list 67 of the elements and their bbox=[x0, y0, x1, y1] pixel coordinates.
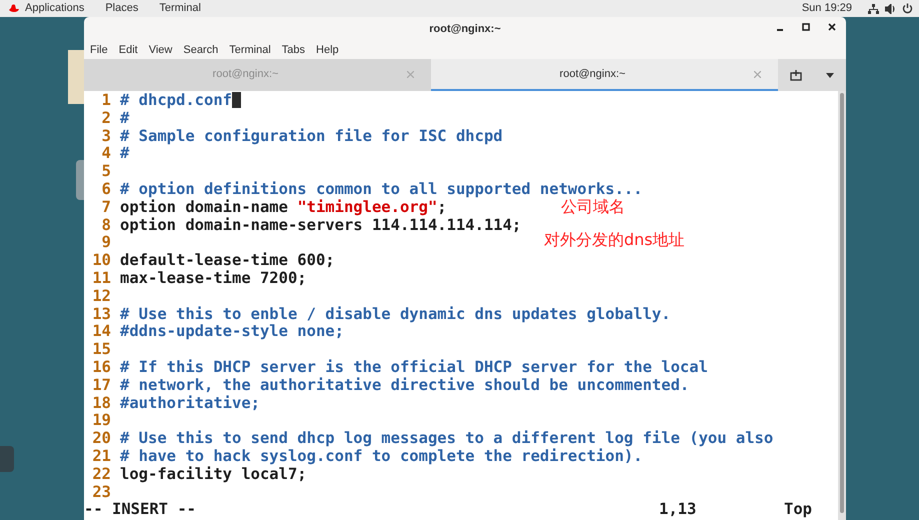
menu-item[interactable]: Help bbox=[316, 42, 339, 58]
line-number: 3 bbox=[100, 128, 112, 146]
annotation-text: 公司域名 bbox=[561, 198, 625, 216]
line-number: 4 bbox=[100, 145, 112, 164]
top-bar-menu[interactable]: Terminal bbox=[159, 0, 201, 17]
line-number: 11 bbox=[91, 270, 112, 288]
terminal-tab[interactable]: root@nginx:~ bbox=[431, 59, 778, 91]
code-line: # have to hack syslog.conf to complete the redirection). bbox=[120, 448, 643, 466]
line-number: 20 bbox=[91, 430, 112, 448]
line-number: 17 bbox=[91, 376, 112, 395]
line-number: 13 bbox=[91, 306, 112, 324]
line-number: 1 bbox=[100, 92, 112, 110]
scroll-position: Top bbox=[784, 501, 812, 520]
top-bar-menu[interactable]: Places bbox=[105, 0, 138, 17]
scrollbar[interactable] bbox=[838, 91, 846, 520]
line-number: 15 bbox=[91, 341, 112, 359]
clock[interactable]: Sun 19:29 bbox=[802, 0, 852, 17]
line-number: 6 bbox=[100, 180, 112, 199]
code-line: # If this DHCP server is the official DHCP server for the local bbox=[120, 358, 708, 377]
menu-item[interactable]: Tabs bbox=[282, 42, 306, 58]
menu-item[interactable]: Search bbox=[183, 42, 218, 58]
code-line: # option definitions common to all supported networks... bbox=[120, 180, 643, 198]
volume-icon[interactable] bbox=[885, 4, 896, 14]
network-icon[interactable] bbox=[868, 4, 879, 14]
code-line: # bbox=[120, 145, 130, 164]
code-line: # dhcpd.conf bbox=[120, 92, 232, 110]
line-number: 2 bbox=[100, 110, 112, 128]
line-number: 9 bbox=[100, 234, 112, 252]
window-title: root@nginx:~ bbox=[429, 22, 501, 37]
dropdown-caret-icon[interactable] bbox=[826, 72, 834, 78]
menu-item[interactable]: Terminal bbox=[229, 42, 271, 58]
new-tab-icon[interactable] bbox=[790, 70, 802, 80]
code-line: default-lease-time 600; bbox=[120, 252, 335, 270]
code-line: option domain-name-servers 114.114.114.114; bbox=[120, 216, 522, 234]
top-bar-menu[interactable]: Applications bbox=[25, 0, 84, 17]
line-number: 5 bbox=[100, 163, 112, 181]
line-number: 8 bbox=[100, 216, 112, 234]
code-line: #authoritative; bbox=[120, 394, 260, 412]
code-line: # Sample configuration file for ISC dhcpd bbox=[120, 128, 503, 146]
code-line: # bbox=[120, 110, 130, 128]
code-line: # Use this to enble / disable dynamic dns updates globally. bbox=[120, 306, 671, 324]
code-line: #ddns-update-style none; bbox=[120, 323, 344, 342]
line-number: 14 bbox=[91, 323, 112, 342]
line-number: 18 bbox=[91, 394, 112, 412]
line-number: 22 bbox=[91, 466, 112, 484]
line-number: 19 bbox=[91, 412, 112, 430]
cursor-position: 1,13 bbox=[659, 501, 698, 520]
line-number: 16 bbox=[91, 358, 112, 377]
code-line: # network, the authoritative directive should be uncommented. bbox=[120, 376, 690, 395]
maximize-icon[interactable] bbox=[802, 23, 810, 31]
close-icon[interactable] bbox=[828, 23, 836, 31]
code-line: # Use this to send dhcp log messages to a different log file (you also bbox=[120, 430, 774, 448]
line-number: 21 bbox=[91, 448, 112, 466]
code-line: log-facility local7; bbox=[120, 466, 307, 484]
line-number: 7 bbox=[100, 198, 112, 217]
code-line: option domain-name "timinglee.org"; bbox=[120, 198, 447, 217]
menu-item[interactable]: File bbox=[90, 42, 108, 58]
menu-item[interactable]: Edit bbox=[118, 42, 138, 58]
power-icon[interactable] bbox=[902, 3, 913, 14]
mode-indicator: -- INSERT -- bbox=[84, 501, 197, 520]
code-line: max-lease-time 7200; bbox=[120, 270, 307, 288]
menu-item[interactable]: View bbox=[148, 42, 172, 58]
line-number: 10 bbox=[91, 252, 112, 270]
hat-logo-icon bbox=[8, 4, 20, 13]
line-number: 23 bbox=[91, 484, 112, 502]
line-number: 12 bbox=[91, 288, 112, 306]
annotation-text: 对外分发的dns地址 bbox=[544, 231, 685, 249]
